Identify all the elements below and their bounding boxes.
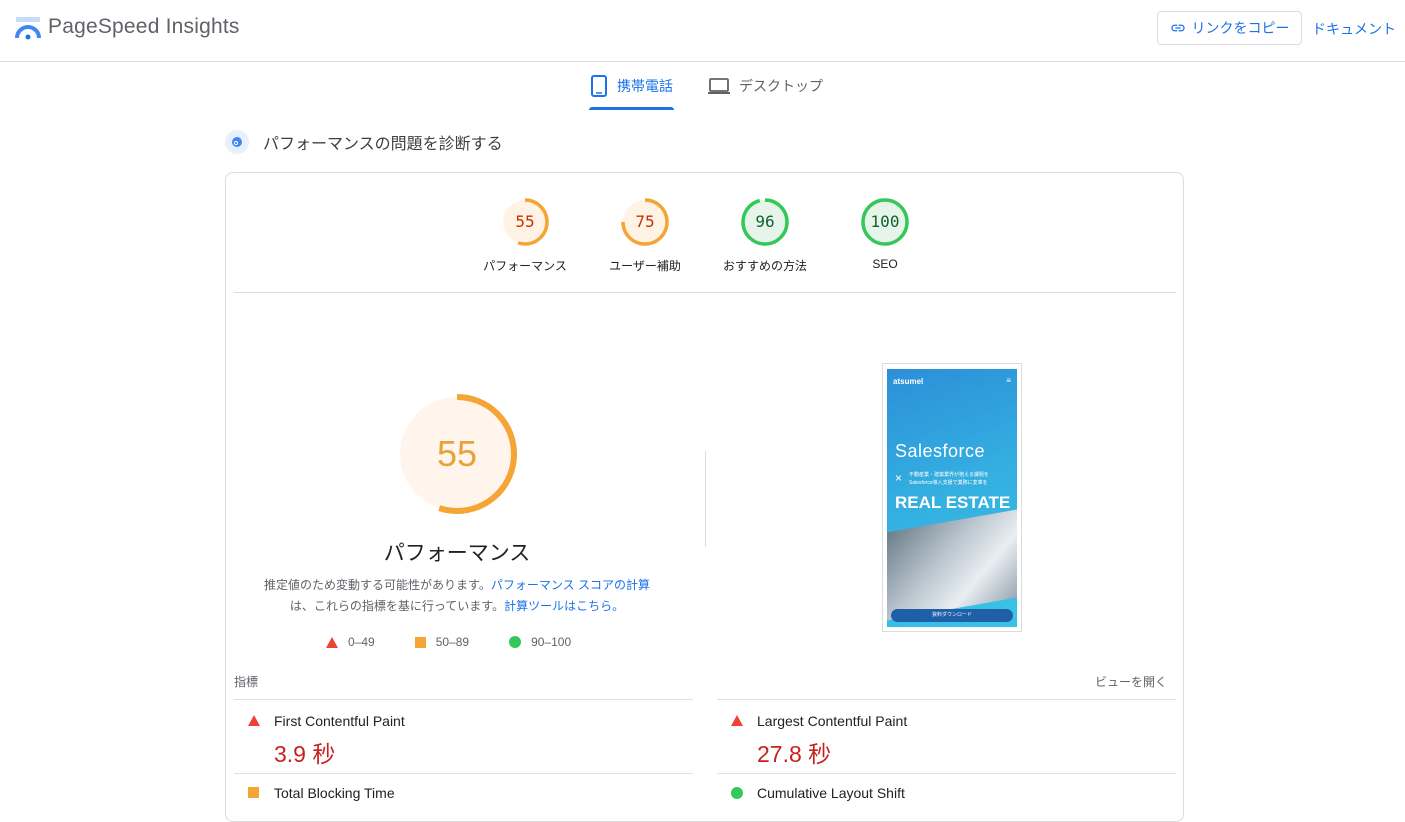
metrics-divider <box>234 773 693 774</box>
metric-value: 27.8 秒 <box>757 741 832 767</box>
metrics-divider <box>717 699 1176 700</box>
score-ring: 75 <box>620 197 670 247</box>
desc-text-1: 推定値のため変動する可能性があります。 <box>264 578 491 592</box>
screenshot-button: 資料ダウンロード <box>891 609 1013 622</box>
screenshot-real-estate: REAL ESTATE <box>895 493 1011 512</box>
legend-poor: 0–49 <box>326 635 375 649</box>
page-screenshot: atsumel ≡ Salesforce × 不動産業・建築業界が抱える課題を … <box>882 363 1022 632</box>
performance-gauge: 55 <box>396 393 518 515</box>
screenshot-image <box>887 509 1017 621</box>
square-icon <box>414 636 426 648</box>
screenshot-cross: × <box>895 471 903 485</box>
legend-poor-label: 0–49 <box>348 635 375 649</box>
top-bar: PageSpeed Insights リンクをコピー ドキュメント <box>0 0 1405 62</box>
screenshot-logo: atsumel <box>893 377 924 386</box>
metric-name: Cumulative Layout Shift <box>757 785 905 801</box>
tab-desktop[interactable]: デスクトップ <box>707 62 823 110</box>
diagnose-heading: パフォーマンスの問題を診断する <box>225 130 503 154</box>
metric-name: Total Blocking Time <box>274 785 395 801</box>
section-divider <box>234 292 1176 293</box>
brand-title[interactable]: PageSpeed Insights <box>48 15 240 39</box>
pagespeed-logo-icon <box>15 17 41 40</box>
score-ring: 100 <box>860 197 910 247</box>
metrics-divider <box>717 773 1176 774</box>
legend-average-label: 50–89 <box>435 635 470 649</box>
triangle-icon <box>731 715 743 726</box>
screenshot-headline: Salesforce <box>895 441 986 461</box>
score-label: ユーザー補助 <box>609 259 681 273</box>
metric-name: Largest Contentful Paint <box>757 713 908 729</box>
performance-score: 55 <box>436 433 478 474</box>
circle-icon <box>509 636 522 648</box>
tab-mobile[interactable]: 携帯電話 <box>589 62 674 110</box>
lighthouse-icon <box>225 130 249 154</box>
triangle-icon <box>248 715 260 726</box>
score-gauge-seo[interactable]: 100 SEO <box>835 197 935 271</box>
score-label: おすすめの方法 <box>722 259 807 273</box>
score-gauge-best-practices[interactable]: 96 おすすめの方法 <box>715 197 815 274</box>
score-ring: 55 <box>500 197 550 247</box>
score-label: SEO <box>872 257 898 271</box>
screenshot-content: atsumel ≡ Salesforce × 不動産業・建築業界が抱える課題を … <box>887 369 1017 627</box>
score-calc-link[interactable]: パフォーマンス スコアの計算 <box>491 578 650 592</box>
copy-link-label: リンクをコピー <box>1191 20 1290 36</box>
score-value: 96 <box>755 212 775 231</box>
docs-link[interactable]: ドキュメント <box>1312 19 1396 39</box>
laptop-icon <box>708 78 730 94</box>
copy-link-button[interactable]: リンクをコピー <box>1157 11 1302 45</box>
link-icon <box>1170 24 1185 32</box>
legend-good-label: 90–100 <box>531 635 572 649</box>
circle-icon <box>731 787 743 799</box>
device-tabs: 携帯電話 デスクトップ <box>0 62 1405 110</box>
tab-mobile-label: 携帯電話 <box>617 78 673 94</box>
performance-title: パフォーマンス <box>383 542 531 565</box>
active-tab-indicator <box>589 107 674 110</box>
score-label: パフォーマンス <box>483 259 567 273</box>
open-view-toggle[interactable]: ビューを開く <box>1095 673 1167 690</box>
legend-average: 50–89 <box>414 635 470 649</box>
score-value: 55 <box>515 212 535 231</box>
vertical-divider <box>705 451 706 547</box>
calculator-link[interactable]: 計算ツールはこちら。 <box>504 599 624 613</box>
score-ring: 96 <box>740 197 790 247</box>
report-card: 55 パフォーマンス 75 ユーザー補助 96 おすすめの方法 100 SEO … <box>225 172 1184 822</box>
hamburger-icon: ≡ <box>1006 376 1011 385</box>
square-icon <box>248 787 259 798</box>
tab-desktop-label: デスクトップ <box>739 78 823 94</box>
score-gauge-accessibility[interactable]: 75 ユーザー補助 <box>595 197 695 274</box>
legend-good: 90–100 <box>509 635 571 649</box>
metric-name: First Contentful Paint <box>274 713 405 729</box>
screenshot-subtext: 不動産業・建築業界が抱える課題を Salesforce導入支援で業務に変革を <box>909 472 989 486</box>
metrics-divider <box>234 699 693 700</box>
metrics-header: 指標 <box>234 675 259 689</box>
triangle-icon <box>326 636 338 648</box>
score-gauge-performance[interactable]: 55 パフォーマンス <box>475 197 575 274</box>
smartphone-icon <box>591 75 607 97</box>
score-value: 100 <box>870 212 900 231</box>
desc-text-2: は、これらの指標を基に行っています。 <box>289 599 505 613</box>
performance-description: 推定値のため変動する可能性があります。パフォーマンス スコアの計算 は、これらの… <box>246 575 668 617</box>
diagnose-title: パフォーマンスの問題を診断する <box>263 136 503 153</box>
metric-value: 3.9 秒 <box>274 741 336 767</box>
score-legend: 0–49 50–89 90–100 <box>326 635 571 649</box>
score-value: 75 <box>635 212 655 231</box>
